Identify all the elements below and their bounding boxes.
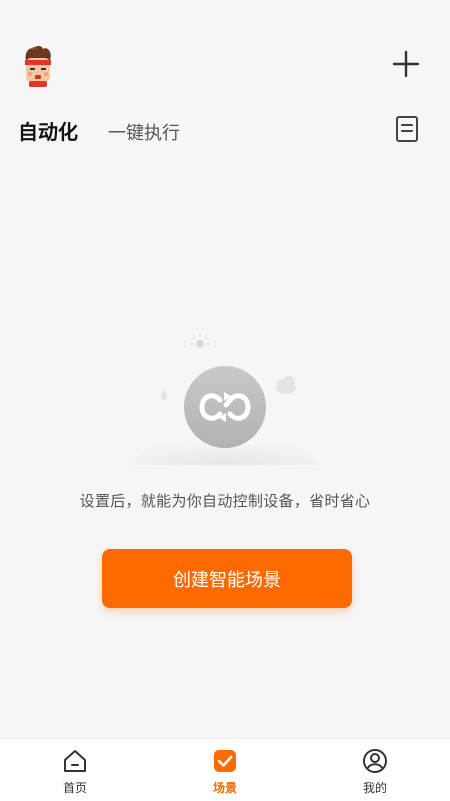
drop-icon — [161, 390, 167, 400]
user-profile-icon — [361, 747, 389, 775]
scene-tabs: 自动化 一键执行 — [18, 116, 180, 145]
tab-one-click-execute[interactable]: 一键执行 — [108, 119, 180, 145]
nav-label-mine: 我的 — [362, 781, 387, 795]
cloud-icon — [276, 376, 296, 394]
document-log-icon — [396, 116, 418, 142]
tab-automation[interactable]: 自动化 — [18, 116, 78, 145]
nav-label-scene: 场景 — [212, 781, 237, 795]
nav-item-scene[interactable]: 场景 — [150, 739, 300, 801]
nav-label-home: 首页 — [62, 781, 87, 795]
empty-state-message: 设置后，就能为你自动控制设备，省时省心 — [79, 492, 371, 510]
checkbox-scene-icon — [211, 747, 239, 775]
sun-icon — [190, 334, 210, 348]
nav-item-mine[interactable]: 我的 — [300, 739, 450, 801]
create-smart-scene-button[interactable]: 创建智能场景 — [102, 549, 352, 608]
add-scene-button[interactable] — [388, 46, 424, 82]
plus-icon — [392, 50, 420, 78]
scene-screen: 自动化 一键执行 设置后，就能为你自动控制设备，省时省心 创建智能场景 首页 场… — [0, 0, 450, 801]
bottom-navigation: 首页 场景 我的 — [0, 738, 450, 801]
mascot-avatar-icon[interactable] — [20, 44, 56, 88]
empty-state-illustration — [120, 330, 330, 470]
scene-log-button[interactable] — [393, 114, 421, 144]
home-icon — [61, 747, 89, 775]
nav-item-home[interactable]: 首页 — [0, 739, 150, 801]
